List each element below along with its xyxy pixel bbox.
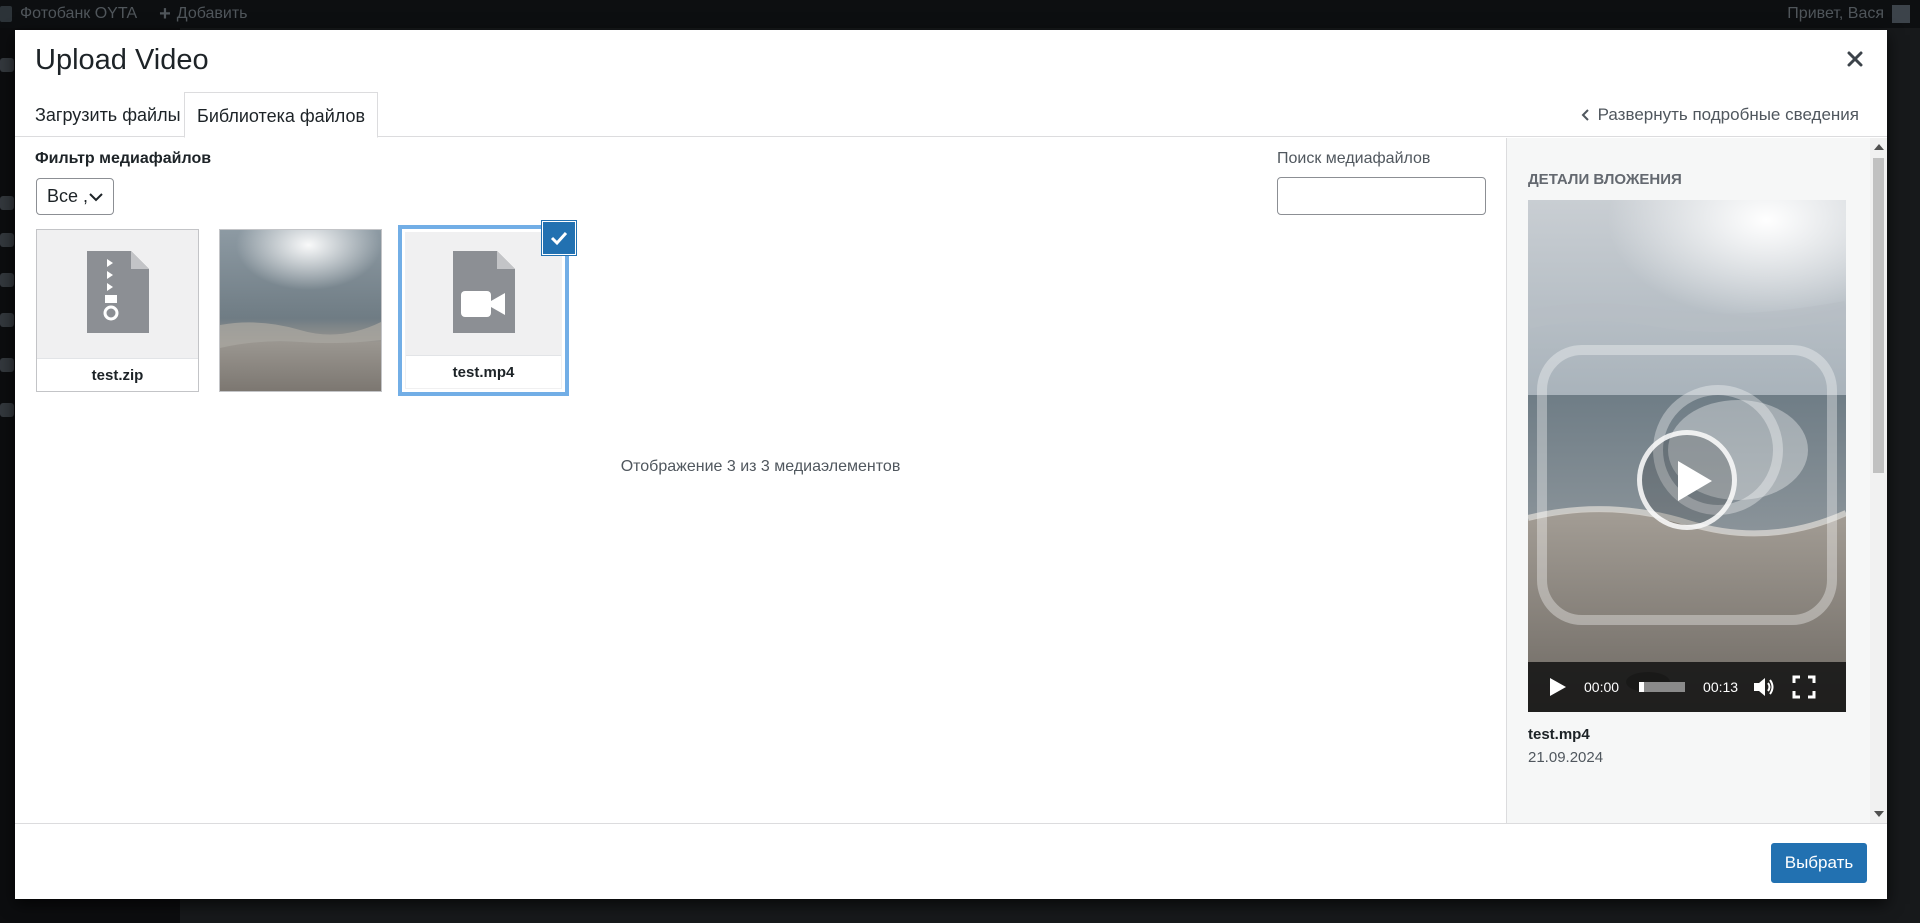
tab-upload-files[interactable]: Загрузить файлы	[23, 92, 193, 137]
attachment-item-selected[interactable]: test.mp4	[402, 229, 565, 392]
play-icon[interactable]	[1546, 676, 1568, 698]
attachment-item[interactable]	[219, 229, 382, 392]
player-controls: 00:00 00:13	[1528, 662, 1846, 712]
scroll-up-arrow-icon[interactable]	[1874, 144, 1884, 150]
attachments-browser: Фильтр медиафайлов Все , Поиск медиафайл…	[15, 138, 1506, 823]
media-toolbar: Выбрать	[15, 823, 1887, 899]
progress-slider[interactable]	[1639, 682, 1686, 692]
menu-icon	[0, 358, 14, 372]
admin-bar-add-new[interactable]: Добавить	[177, 5, 248, 23]
attachment-details-sidebar: Детали вложения	[1506, 138, 1887, 823]
fullscreen-icon[interactable]	[1792, 675, 1816, 699]
attachment-filename: test.zip	[37, 358, 198, 391]
attachment-details-heading: Детали вложения	[1528, 171, 1682, 188]
chevron-left-icon	[1581, 109, 1589, 121]
details-date: 21.09.2024	[1528, 749, 1604, 766]
close-button[interactable]	[1841, 46, 1869, 74]
big-play-button[interactable]	[1637, 430, 1737, 530]
search-label: Поиск медиафайлов	[1277, 150, 1431, 167]
details-filename: test.mp4	[1528, 726, 1590, 743]
filter-selected-value: Все ,	[47, 186, 89, 206]
menu-icon	[0, 403, 14, 417]
video-file-icon	[452, 251, 515, 333]
admin-bar-site-name[interactable]: Фотобанк OYTA	[20, 5, 137, 23]
media-count-text: Отображение 3 из 3 медиаэлементов	[620, 458, 901, 475]
scroll-down-arrow-icon[interactable]	[1874, 811, 1884, 817]
avatar[interactable]	[1892, 5, 1910, 23]
play-icon	[1678, 461, 1712, 501]
menu-icon	[0, 273, 14, 287]
media-router: Загрузить файлы Библиотека файлов Развер…	[15, 92, 1887, 138]
dashboard-icon	[0, 58, 14, 72]
wp-logo-icon[interactable]	[0, 6, 12, 22]
progress-fill	[1639, 682, 1644, 692]
filter-label: Фильтр медиафайлов	[35, 150, 212, 167]
zip-file-icon	[86, 251, 149, 333]
admin-bar-greeting[interactable]: Привет, Вася	[1787, 5, 1884, 23]
image-thumbnail	[220, 230, 381, 391]
plus-icon[interactable]: +	[159, 4, 171, 24]
menu-icon	[0, 313, 14, 327]
admin-bar: Фотобанк OYTA + Добавить Привет, Вася	[0, 0, 1920, 28]
menu-icon	[0, 233, 14, 247]
attachment-filename: test.mp4	[406, 355, 561, 388]
search-input[interactable]	[1277, 177, 1486, 215]
select-button[interactable]: Выбрать	[1771, 843, 1867, 883]
close-icon	[1847, 51, 1863, 66]
chevron-down-icon	[89, 192, 103, 201]
expand-details-link[interactable]: Развернуть подробные сведения	[1580, 92, 1859, 138]
volume-icon[interactable]	[1752, 676, 1776, 698]
checkmark-icon	[550, 231, 568, 246]
deselect-checkmark-button[interactable]	[543, 222, 575, 254]
sidebar-scrollbar[interactable]	[1870, 138, 1887, 823]
attachment-item[interactable]: test.zip	[36, 229, 199, 392]
modal-title: Upload Video	[35, 44, 209, 76]
current-time: 00:00	[1584, 679, 1620, 695]
menu-icon	[0, 196, 14, 210]
video-player[interactable]: 00:00 00:13	[1528, 200, 1846, 712]
media-type-filter-select[interactable]: Все ,	[36, 178, 114, 215]
expand-details-label: Развернуть подробные сведения	[1597, 105, 1859, 124]
media-modal: Upload Video Загрузить файлы Библиотека …	[15, 30, 1887, 899]
tab-media-library[interactable]: Библиотека файлов	[184, 92, 379, 138]
duration: 00:13	[1703, 679, 1739, 695]
scrollbar-thumb[interactable]	[1873, 158, 1884, 473]
